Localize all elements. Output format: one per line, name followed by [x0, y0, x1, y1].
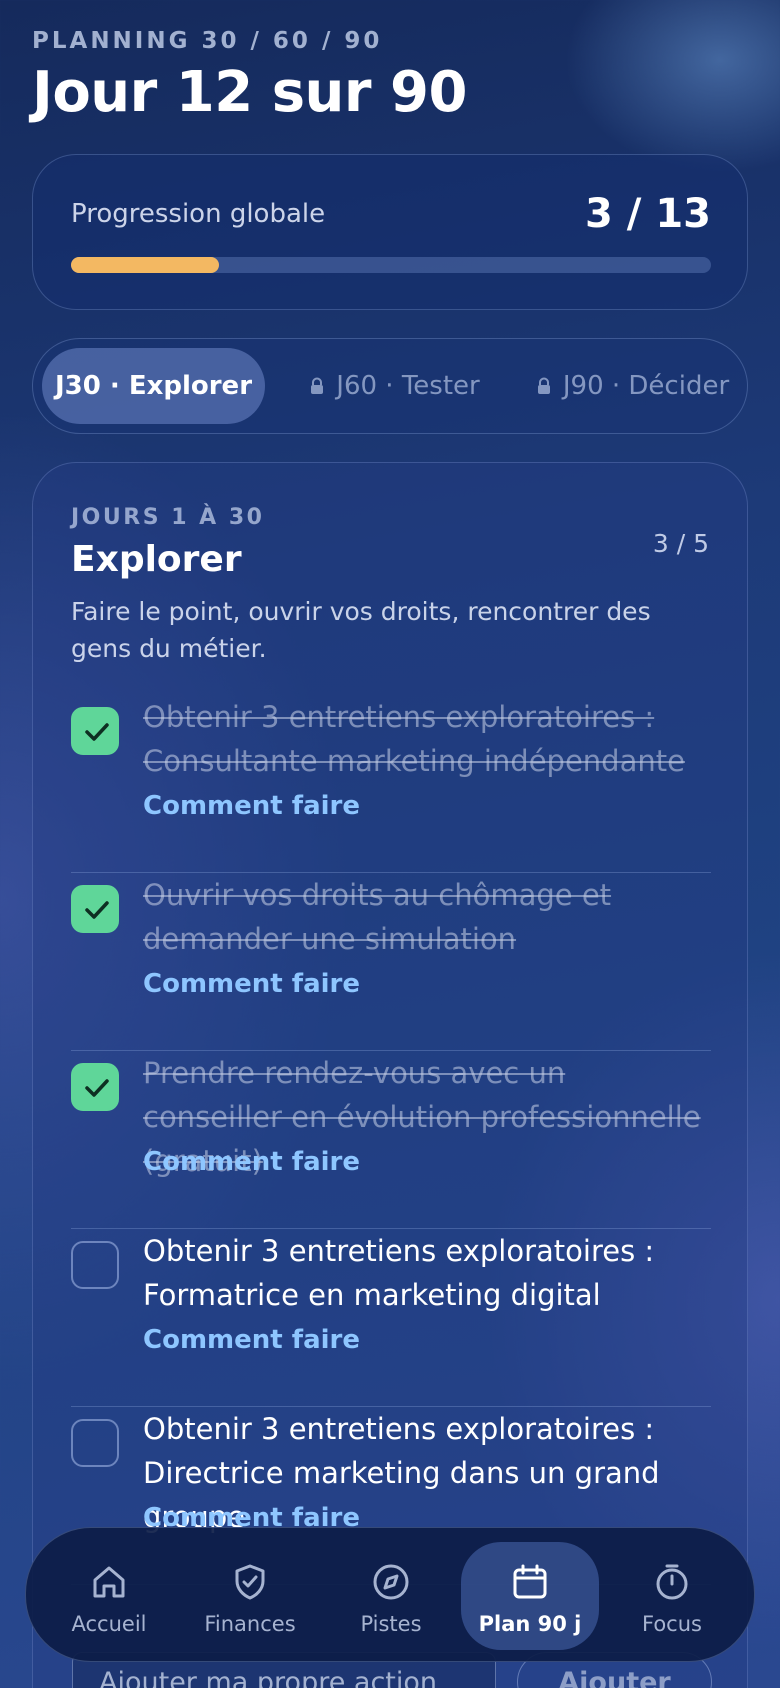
nav-label: Plan 90 j	[478, 1612, 582, 1636]
task-item: Prendre rendez-vous avec un conseiller e…	[71, 1051, 711, 1229]
progress-bar-track	[71, 257, 711, 273]
check-icon	[85, 723, 109, 741]
planning-eyebrow: PLANNING 30 / 60 / 90	[32, 28, 383, 54]
nav-item-finances[interactable]: Finances	[181, 1542, 319, 1650]
how-to-link[interactable]: Comment faire	[143, 791, 360, 821]
tab-label: J60 · Tester	[336, 371, 480, 401]
how-to-link[interactable]: Comment faire	[143, 1147, 360, 1177]
phase-card: JOURS 1 À 30 3 / 5 Explorer Faire le poi…	[32, 462, 748, 1688]
nav-label: Pistes	[360, 1612, 422, 1636]
task-item: Obtenir 3 entretiens exploratoires : For…	[71, 1229, 711, 1407]
task-checkbox[interactable]	[71, 1241, 119, 1289]
lock-icon	[537, 377, 550, 394]
bottom-nav: Accueil Finances Pistes Plan 90 j Focus	[25, 1527, 755, 1662]
nav-label: Finances	[204, 1612, 296, 1636]
nav-label: Accueil	[71, 1612, 147, 1636]
check-icon	[85, 1079, 109, 1097]
plan-90-screen: PLANNING 30 / 60 / 90 Jour 12 sur 90 Pro…	[0, 0, 780, 1688]
nav-item-focus[interactable]: Focus	[603, 1542, 741, 1650]
tab-j60-tester[interactable]: J60 · Tester	[295, 348, 495, 424]
global-progress-card: Progression globale 3 / 13	[32, 154, 748, 310]
calendar-icon	[513, 1564, 547, 1599]
how-to-link[interactable]: Comment faire	[143, 1325, 360, 1355]
task-checkbox[interactable]	[71, 1063, 119, 1111]
compass-icon	[373, 1564, 409, 1600]
lock-icon	[311, 377, 324, 394]
how-to-link[interactable]: Comment faire	[143, 969, 360, 999]
task-item: Ouvrir vos droits au chômage et demander…	[71, 873, 711, 1051]
task-text: Obtenir 3 entretiens exploratoires : Con…	[143, 700, 685, 778]
task-checkbox[interactable]	[71, 707, 119, 755]
page-title: Jour 12 sur 90	[32, 60, 467, 125]
task-checkbox[interactable]	[71, 1419, 119, 1467]
nav-item-accueil[interactable]: Accueil	[40, 1542, 178, 1650]
task-text: Obtenir 3 entretiens exploratoires : For…	[143, 1234, 655, 1312]
phase-title: Explorer	[71, 539, 242, 580]
tab-j30-explorer[interactable]: J30 · Explorer	[42, 348, 265, 424]
task-item: Obtenir 3 entretiens exploratoires : Con…	[71, 695, 711, 873]
shield-check-icon	[235, 1564, 265, 1600]
phase-eyebrow: JOURS 1 À 30	[71, 505, 265, 530]
phase-description: Faire le point, ouvrir vos droits, renco…	[71, 597, 651, 663]
check-icon	[85, 901, 109, 919]
progress-bar-fill	[71, 257, 219, 273]
task-checkbox[interactable]	[71, 885, 119, 933]
task-text: Ouvrir vos droits au chômage et demander…	[143, 878, 612, 956]
tab-label: J90 · Décider	[562, 371, 730, 401]
tab-j90-decider[interactable]: J90 · Décider	[523, 348, 743, 424]
progress-label: Progression globale	[71, 199, 326, 229]
nav-label: Focus	[642, 1612, 702, 1636]
phase-count: 3 / 5	[652, 529, 709, 558]
tab-label: J30 · Explorer	[54, 371, 253, 401]
progress-count: 3 / 13	[585, 191, 711, 237]
nav-item-plan-90[interactable]: Plan 90 j	[461, 1542, 599, 1650]
nav-item-pistes[interactable]: Pistes	[322, 1542, 460, 1650]
home-icon	[93, 1566, 125, 1598]
phase-tabs: J30 · Explorer J60 · Tester J90 · Décide…	[32, 338, 748, 434]
timer-icon	[656, 1564, 688, 1600]
